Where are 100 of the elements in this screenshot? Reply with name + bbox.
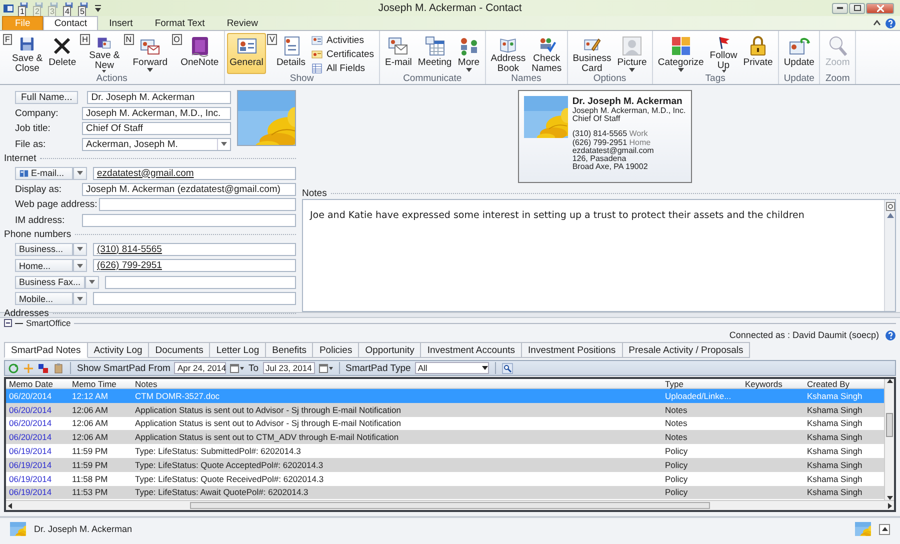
- combo-box[interactable]: Ackerman, Joseph M.: [82, 138, 231, 150]
- dropdown-button[interactable]: [73, 242, 87, 256]
- tab[interactable]: Activity Log: [88, 342, 150, 358]
- scroll-thumb[interactable]: [886, 412, 893, 436]
- notes-field[interactable]: Joe and Katie have expressed some interest in setting up a trust to protect their assets and the children: [302, 199, 896, 312]
- ribbon-button[interactable]: General: [226, 33, 266, 74]
- collapse-ribbon-icon[interactable]: [873, 20, 881, 26]
- tab[interactable]: Documents: [149, 342, 210, 358]
- tab[interactable]: Investment Accounts: [421, 342, 522, 358]
- field-button[interactable]: E-mail...: [15, 166, 73, 180]
- table-row[interactable]: 06/19/2014 11:53 PM Type: LifeStatus: Await QuotePol#: 6202014.3 Policy Kshama Singh: [6, 486, 884, 500]
- scroll-thumb[interactable]: [190, 502, 710, 509]
- column-header[interactable]: Memo Time: [69, 378, 132, 388]
- column-header[interactable]: Notes: [132, 378, 662, 388]
- scroll-right-icon[interactable]: [888, 502, 892, 508]
- text-field[interactable]: Dr. Joseph M. Ackerman: [87, 91, 231, 104]
- scroll-up-icon[interactable]: [886, 379, 892, 383]
- field-button[interactable]: Business...: [15, 242, 73, 256]
- text-field[interactable]: [93, 292, 296, 305]
- ribbon-button[interactable]: Save & Close F: [2, 33, 46, 74]
- search-button[interactable]: [502, 362, 513, 374]
- ribbon-button[interactable]: Categorize: [654, 33, 707, 74]
- maximize-button[interactable]: [849, 2, 865, 14]
- table-row[interactable]: 06/19/2014 11:59 PM Type: LifeStatus: Quote AcceptedPol#: 6202014.3 Policy Kshama Singh: [6, 458, 884, 472]
- field-label: File as:: [14, 138, 47, 150]
- ribbon-button[interactable]: Certificates: [308, 48, 377, 60]
- ribbon-button[interactable]: Picture: [614, 33, 650, 74]
- date-field[interactable]: Jul 23, 2014: [262, 362, 314, 374]
- date-field[interactable]: Apr 24, 2014: [174, 362, 226, 374]
- text-field[interactable]: ezdatatest@gmail.com: [93, 166, 296, 180]
- table-row[interactable]: 06/19/2014 11:58 PM Type: LifeStatus: Quote ReceivedPol#: 6202014.3 Policy Kshama Singh: [6, 472, 884, 486]
- tab[interactable]: Investment Positions: [522, 342, 623, 358]
- field-button[interactable]: Mobile...: [15, 292, 73, 305]
- dropdown-button[interactable]: [84, 276, 99, 288]
- column-header[interactable]: Keywords: [742, 378, 804, 388]
- dropdown-button[interactable]: [73, 166, 87, 180]
- ribbon-button[interactable]: Follow Up: [706, 33, 740, 74]
- table-row[interactable]: 06/20/2014 12:06 AM Application Status is sent out to Advisor - Sj through E-mail Notification Notes Kshama Singh: [6, 402, 884, 417]
- keytip: 1: [18, 6, 26, 17]
- help-icon[interactable]: [885, 18, 896, 28]
- attachment-icon[interactable]: [886, 202, 894, 211]
- ribbon-button[interactable]: Delete: [46, 33, 80, 74]
- ribbon-button[interactable]: Activities: [308, 34, 377, 46]
- tab[interactable]: Policies: [313, 342, 360, 358]
- type-dropdown[interactable]: All: [414, 362, 489, 374]
- text-field[interactable]: [104, 276, 296, 288]
- toolbar-button[interactable]: [53, 362, 64, 374]
- ribbon-button[interactable]: Business Card: [570, 33, 614, 74]
- column-header[interactable]: Memo Date: [6, 378, 69, 388]
- field-button[interactable]: Business Fax...: [15, 276, 85, 288]
- tab[interactable]: Opportunity: [359, 342, 422, 358]
- ribbon-button[interactable]: Details V: [266, 33, 308, 74]
- close-button[interactable]: [866, 2, 894, 14]
- field-label: Web page address:: [14, 199, 98, 210]
- text-field[interactable]: Joseph M. Ackerman (ezdatatest@gmail.com): [82, 182, 296, 196]
- ribbon-button[interactable]: Check Names: [528, 33, 565, 74]
- dropdown-button[interactable]: [73, 292, 87, 305]
- ribbon-button[interactable]: E-mail: [382, 33, 415, 74]
- dropdown-button[interactable]: [73, 259, 87, 272]
- scroll-left-icon[interactable]: [8, 502, 12, 508]
- ribbon-button[interactable]: Address Book: [488, 33, 529, 74]
- text-field[interactable]: (310) 814-5565: [93, 242, 296, 256]
- column-header[interactable]: Type: [662, 378, 742, 388]
- table-row[interactable]: 06/19/2014 11:59 PM Type: LifeStatus: SubmittedPol#: 6202014.3 Policy Kshama Singh: [6, 444, 884, 458]
- text-field[interactable]: Chief Of Staff: [82, 122, 231, 135]
- column-header[interactable]: Created By: [804, 378, 884, 388]
- calendar-icon[interactable]: [318, 364, 332, 372]
- collapse-icon[interactable]: [4, 319, 12, 327]
- customize-icon[interactable]: [95, 4, 101, 12]
- ribbon-tab[interactable]: Format Text: [144, 16, 216, 30]
- text-field[interactable]: Joseph M. Ackerman, M.D., Inc.: [82, 106, 231, 120]
- tab[interactable]: Benefits: [266, 342, 314, 358]
- help-icon[interactable]: [885, 330, 896, 340]
- ribbon-button[interactable]: Private: [740, 33, 776, 74]
- toolbar-button[interactable]: [38, 362, 49, 374]
- field-button[interactable]: Home...: [15, 259, 73, 272]
- ribbon-button[interactable]: Update: [780, 33, 818, 74]
- minimize-button[interactable]: [832, 2, 848, 14]
- ribbon-button[interactable]: All Fields: [308, 62, 377, 74]
- tab[interactable]: Letter Log: [210, 342, 266, 358]
- expand-button[interactable]: [879, 524, 890, 534]
- ribbon-button[interactable]: Meeting: [414, 33, 455, 74]
- ribbon-tab[interactable]: Contact: [43, 16, 98, 30]
- ribbon-button[interactable]: Forward N: [122, 33, 171, 74]
- table-row[interactable]: 06/20/2014 12:06 AM Application Status is sent out to CTM_ADV through E-mail Notification Notes Kshama Singh: [6, 430, 884, 444]
- tab[interactable]: Presale Activity / Proposals: [622, 342, 750, 358]
- text-field[interactable]: [99, 198, 296, 211]
- calendar-icon[interactable]: [230, 364, 244, 372]
- ribbon-button[interactable]: Save & New H: [79, 33, 123, 74]
- text-field[interactable]: [82, 214, 296, 226]
- table-cell-text: 12:12 AM: [71, 390, 109, 401]
- ribbon-button[interactable]: OneNote O: [170, 33, 222, 74]
- text-field[interactable]: (626) 799-2951: [93, 259, 296, 272]
- ribbon-button[interactable]: More: [454, 33, 483, 74]
- field-button[interactable]: Full Name...: [15, 91, 78, 104]
- table-row[interactable]: 06/20/2014 12:06 AM Application Status is sent out to Advisor - Sj through E-mail Notification Notes Kshama Singh: [6, 416, 884, 430]
- tab[interactable]: SmartPad Notes: [4, 342, 88, 358]
- ribbon-tab[interactable]: Review: [216, 16, 269, 30]
- ribbon-tab[interactable]: Insert: [98, 16, 144, 30]
- refresh-button[interactable]: [8, 362, 19, 374]
